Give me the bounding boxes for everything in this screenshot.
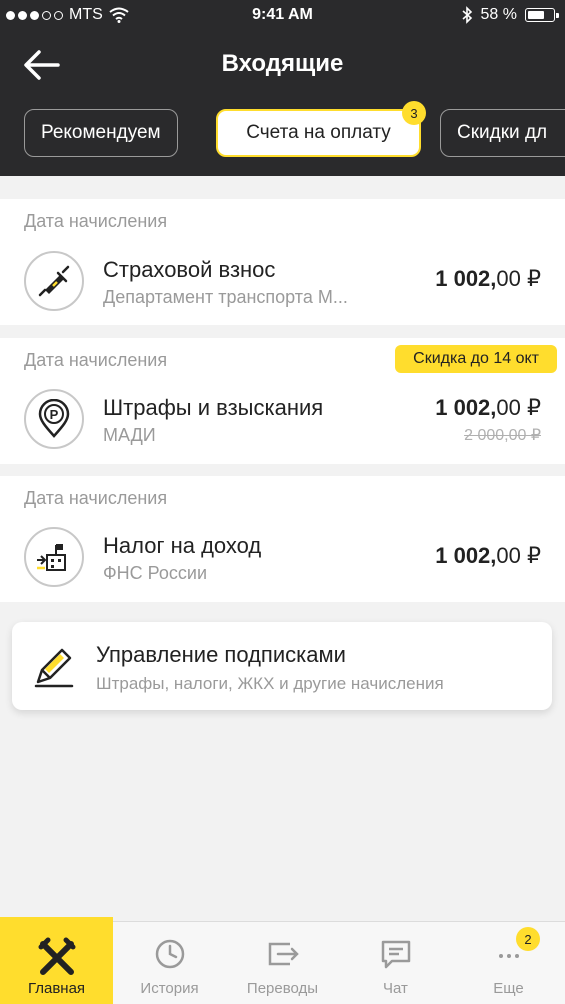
bill-card[interactable]: Дата начисления Страховой взнос Департам… bbox=[0, 199, 565, 325]
filter-chips: Рекомендуем Счета на оплату Скидки дл bbox=[0, 109, 565, 159]
bill-amount: 1 002,00 ₽ bbox=[435, 395, 541, 421]
tab-transfers[interactable]: Переводы bbox=[226, 922, 339, 1004]
bill-amount: 1 002,00 ₽ bbox=[435, 543, 541, 569]
bill-payee: Департамент транспорта М... bbox=[103, 287, 348, 307]
chat-icon bbox=[339, 938, 452, 974]
status-right: 58 % bbox=[461, 6, 559, 24]
amount-cents: 00 ₽ bbox=[496, 543, 541, 568]
clock-icon bbox=[113, 938, 226, 974]
battery-percent: 58 % bbox=[480, 6, 517, 23]
more-icon bbox=[452, 938, 565, 974]
tab-more[interactable]: Еще bbox=[452, 922, 565, 1004]
tab-home[interactable]: Главная bbox=[0, 917, 113, 1004]
tab-label: История bbox=[140, 980, 199, 997]
svg-text:P: P bbox=[50, 407, 59, 422]
chip-label: Рекомендуем bbox=[41, 122, 161, 143]
top-bar-background: MTS 9:41 AM 58 % Входящие Рекомендуем Сч… bbox=[0, 0, 565, 176]
chip-count-badge: 3 bbox=[402, 101, 426, 125]
pencil-icon bbox=[34, 648, 74, 688]
tab-bar: Главная История Переводы Чат Еще bbox=[0, 917, 565, 1004]
amount-main: 1 002, bbox=[435, 543, 497, 568]
tab-label: Чат bbox=[383, 980, 408, 997]
chip-discounts[interactable]: Скидки дл bbox=[440, 109, 565, 157]
bill-amount: 1 002,00 ₽ bbox=[435, 266, 541, 292]
bluetooth-icon bbox=[462, 6, 472, 24]
tab-label: Главная bbox=[27, 980, 86, 997]
manage-subscriptions-button[interactable]: Управление подписками Штрафы, налоги, ЖК… bbox=[12, 622, 552, 710]
chip-label: Скидки дл bbox=[457, 122, 548, 143]
more-tab-badge: 2 bbox=[516, 927, 540, 951]
bill-card[interactable]: Дата начисления Скидка до 14 окт P Штраф… bbox=[0, 338, 565, 464]
battery-icon bbox=[525, 8, 559, 22]
bill-old-amount: 2 000,00 ₽ bbox=[464, 427, 541, 444]
bill-date-label: Дата начисления bbox=[24, 211, 168, 231]
bill-date-label: Дата начисления bbox=[24, 350, 168, 370]
chip-recommended[interactable]: Рекомендуем bbox=[24, 109, 178, 157]
amount-cents: 00 ₽ bbox=[496, 395, 541, 420]
tab-chat[interactable]: Чат bbox=[339, 922, 452, 1004]
bill-card[interactable]: Дата начисления Налог на доход ФНС Росси… bbox=[0, 476, 565, 602]
tab-label: Переводы bbox=[246, 980, 319, 997]
manage-title: Управление подписками bbox=[96, 642, 346, 667]
bill-date-label: Дата начисления bbox=[24, 488, 168, 508]
status-bar: MTS 9:41 AM 58 % bbox=[0, 0, 565, 34]
tab-history[interactable]: История bbox=[113, 922, 226, 1004]
chip-label: Счета на оплату bbox=[246, 122, 391, 143]
syringe-icon bbox=[24, 251, 84, 311]
amount-main: 1 002, bbox=[435, 266, 497, 291]
bill-name: Налог на доход bbox=[103, 533, 262, 558]
parking-pin-icon: P bbox=[24, 389, 84, 449]
raiffeisen-logo-icon bbox=[0, 937, 113, 975]
amount-cents: 00 ₽ bbox=[496, 266, 541, 291]
discount-badge: Скидка до 14 окт bbox=[395, 345, 557, 373]
header: Входящие bbox=[0, 40, 565, 90]
chip-bills[interactable]: Счета на оплату bbox=[216, 109, 421, 157]
bill-name: Штрафы и взыскания bbox=[103, 395, 324, 420]
transfer-icon bbox=[226, 938, 339, 974]
amount-main: 1 002, bbox=[435, 395, 497, 420]
bills-list: Дата начисления Страховой взнос Департам… bbox=[0, 176, 565, 922]
bill-payee: ФНС России bbox=[103, 563, 208, 583]
page-title: Входящие bbox=[221, 50, 344, 77]
bill-name: Страховой взнос bbox=[103, 257, 276, 282]
manage-subtitle: Штрафы, налоги, ЖКХ и другие начисления bbox=[96, 674, 444, 693]
tax-office-icon bbox=[24, 527, 84, 587]
tab-label: Еще bbox=[493, 980, 524, 997]
bill-payee: МАДИ bbox=[103, 425, 156, 445]
